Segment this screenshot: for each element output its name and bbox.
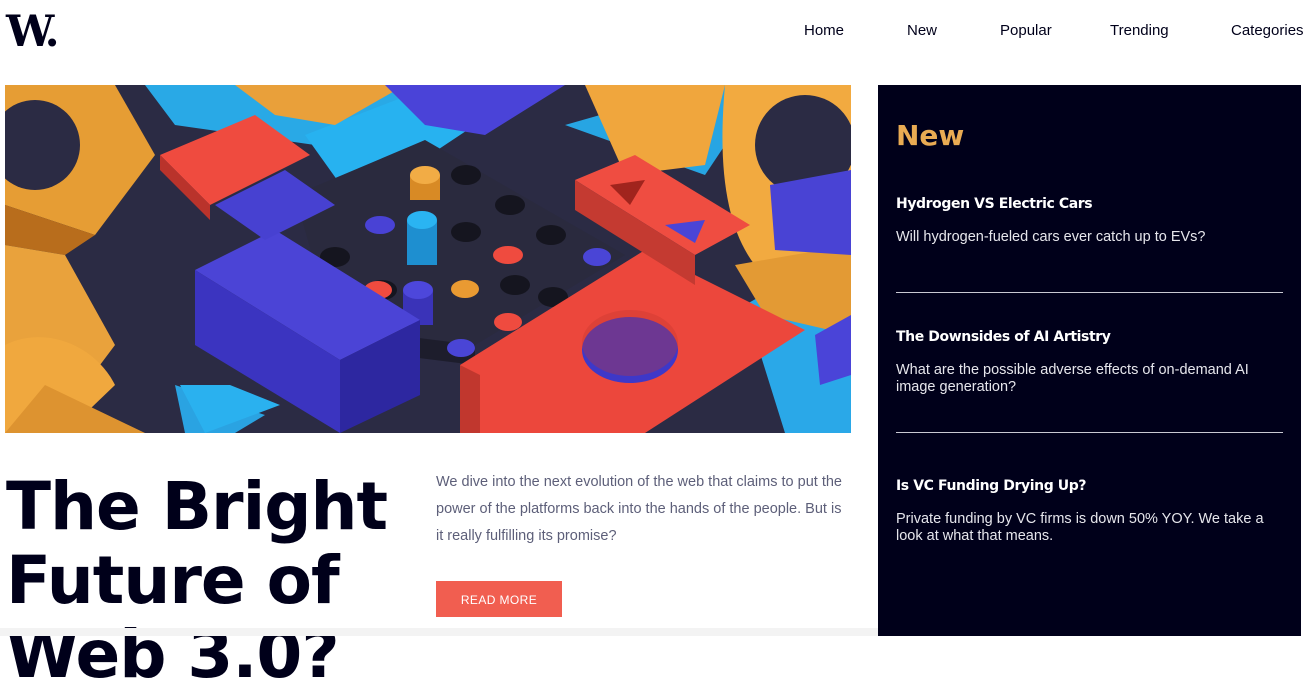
divider [896,292,1283,293]
nav-home[interactable]: Home [804,22,844,42]
read-more-button[interactable]: READ MORE [436,581,562,617]
sidebar-article[interactable]: The Downsides of AI Artistry What are th… [896,329,1283,396]
sidebar-article-description: Will hydrogen-fueled cars ever catch up … [896,229,1206,245]
page-fold-divider [0,628,878,636]
nav-popular[interactable]: Popular [1000,22,1052,42]
hero-image [5,85,851,433]
sidebar-article-title[interactable]: The Downsides of AI Artistry [896,329,1283,345]
sidebar-article[interactable]: Is VC Funding Drying Up? Private funding… [896,478,1283,545]
article-description: We dive into the next evolution of the w… [436,474,842,544]
site-logo[interactable]: W. [6,8,60,56]
nav-categories[interactable]: Categories [1231,22,1304,42]
sidebar-heading: New [896,119,965,152]
sidebar-article-title[interactable]: Is VC Funding Drying Up? [896,478,1283,494]
nav-trending[interactable]: Trending [1110,22,1169,42]
new-articles-sidebar: New Hydrogen VS Electric Cars Will hydro… [878,85,1301,636]
sidebar-article-title[interactable]: Hydrogen VS Electric Cars [896,196,1283,212]
sidebar-article-description: What are the possible adverse effects of… [896,362,1249,395]
sidebar-article-description: Private funding by VC firms is down 50% … [896,511,1264,544]
divider [896,432,1283,433]
article-title[interactable]: The Bright Future of Web 3.0? [6,470,426,692]
nav-new[interactable]: New [907,22,937,42]
sidebar-article[interactable]: Hydrogen VS Electric Cars Will hydrogen-… [896,196,1283,246]
